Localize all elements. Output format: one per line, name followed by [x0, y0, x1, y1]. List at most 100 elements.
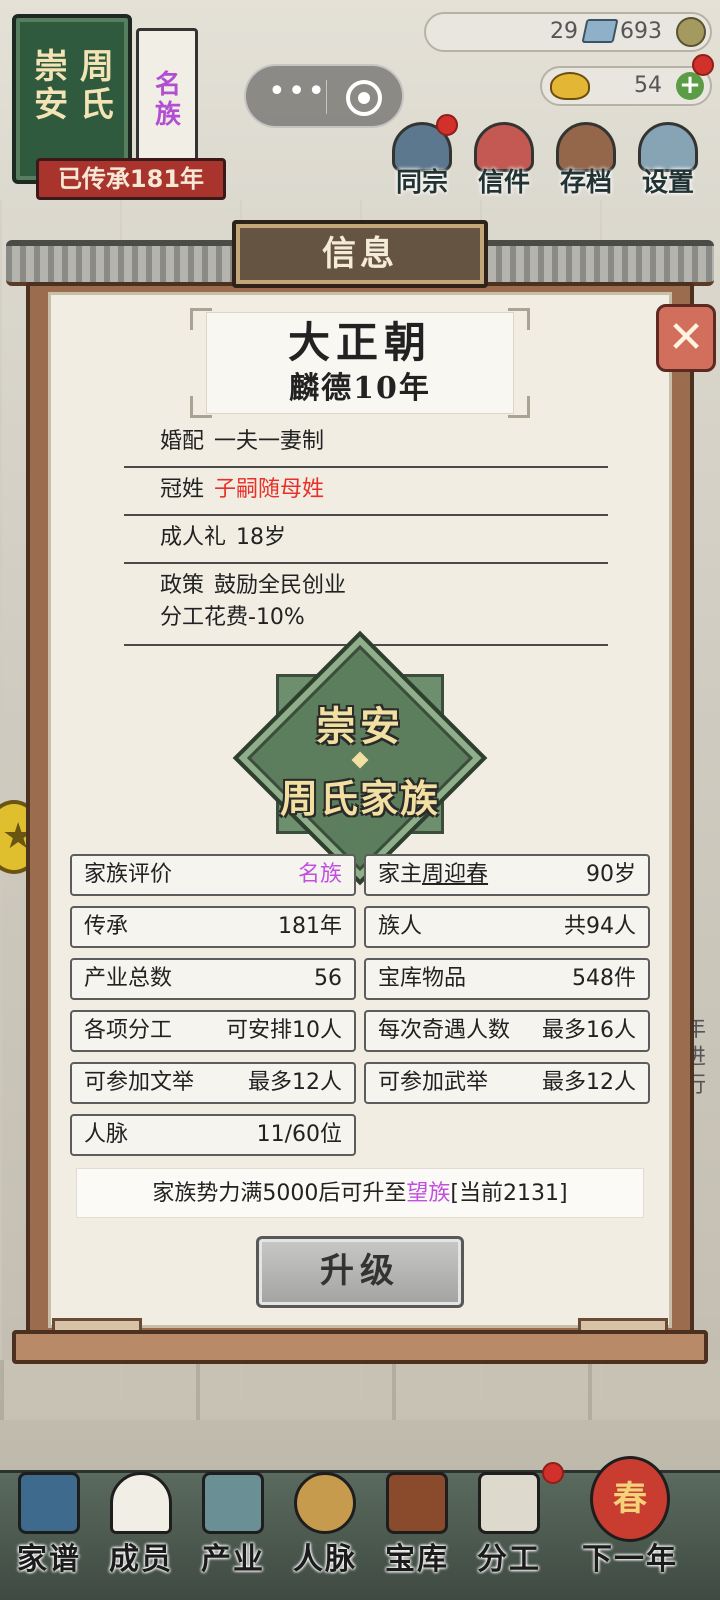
- gold-notification-dot: [692, 54, 714, 76]
- panel-base: [12, 1330, 708, 1364]
- stat-label: 宝库物品: [378, 966, 467, 991]
- close-miniprogram-icon[interactable]: [346, 80, 382, 116]
- panel-title-plaque: 信息: [232, 220, 488, 288]
- stat-value: 181年: [278, 914, 342, 939]
- clan-emblem-region: 崇安: [316, 703, 404, 750]
- stat-value: 最多12人: [542, 1070, 636, 1095]
- menu-archive[interactable]: 存档: [548, 122, 624, 200]
- nav-label: 产业: [201, 1542, 265, 1577]
- menu-letters-label: 信件: [477, 168, 530, 198]
- upgrade-requirement: 家族势力满5000后可升至望族[当前2131]: [76, 1168, 644, 1218]
- stat-label: 人脉: [84, 1122, 129, 1147]
- dynasty-name: 大正朝: [287, 318, 432, 367]
- background-tiles: [0, 1360, 720, 1420]
- clan-emblem-name: 周氏家族: [279, 776, 440, 821]
- ticket-icon: [581, 19, 619, 43]
- panel-title: 信息: [322, 234, 398, 274]
- rule-surname: 冠姓 子嗣随母姓: [124, 474, 608, 516]
- capsule-divider: [326, 80, 327, 114]
- rule-marriage: 婚配 一夫一妻制: [124, 426, 608, 468]
- menu-archive-label: 存档: [559, 168, 612, 198]
- book-cover-title: 崇 周 安 氏: [34, 47, 114, 125]
- rule-value: 18岁: [236, 525, 287, 550]
- nav-next-year[interactable]: 春 下一年: [570, 1456, 690, 1594]
- stat-encounter: 每次奇遇人数 最多16人: [364, 1010, 650, 1052]
- upgrade-button[interactable]: 升级: [256, 1236, 464, 1308]
- stat-inheritance: 传承 181年: [70, 906, 356, 948]
- stat-division: 各项分工 可安排10人: [70, 1010, 356, 1052]
- stat-label: 传承: [84, 914, 129, 939]
- gold-ingot-icon: [550, 72, 590, 100]
- menu-settings-label: 设置: [641, 168, 694, 198]
- nav-label: 宝库: [385, 1542, 449, 1577]
- stat-network: 人脉 11/60位: [70, 1114, 356, 1156]
- division-icon: [478, 1472, 540, 1534]
- menu-letters[interactable]: 信件: [466, 122, 542, 200]
- rule-value: 鼓励全民创业: [214, 573, 347, 598]
- stat-value: 名族: [297, 862, 342, 887]
- members-icon: [110, 1472, 172, 1534]
- add-gold-button[interactable]: +: [676, 72, 704, 100]
- stat-value: 共94人: [564, 914, 636, 939]
- upgrade-requirement-text: 家族势力满5000后可升至: [152, 1181, 407, 1206]
- nav-label: 家谱: [17, 1542, 81, 1577]
- book-rank-label: 名 族: [154, 70, 181, 130]
- rule-label: 婚配: [160, 429, 205, 454]
- nav-members[interactable]: 成员: [96, 1470, 186, 1594]
- stat-clan-head[interactable]: 家主周迎春 90岁: [364, 854, 650, 896]
- clan-notification-dot: [436, 114, 458, 136]
- division-notification-dot: [542, 1462, 564, 1484]
- stat-value: 548件: [572, 966, 636, 991]
- currency-bar: 29 693: [424, 12, 712, 52]
- clan-head-name-link[interactable]: 周迎春: [422, 862, 488, 887]
- stat-value: 90岁: [586, 862, 636, 887]
- family-book-emblem[interactable]: 崇 周 安 氏 名 族 已传承181年: [8, 8, 226, 200]
- upgrade-target-rank: 望族: [406, 1181, 451, 1206]
- stat-label: 每次奇遇人数: [378, 1018, 511, 1043]
- nav-label: 分工: [477, 1542, 541, 1577]
- nav-label: 成员: [109, 1542, 173, 1577]
- stat-label: 各项分工: [84, 1018, 173, 1043]
- close-icon: ✕: [667, 312, 705, 363]
- nav-network[interactable]: 人脉: [280, 1470, 370, 1594]
- nav-treasury[interactable]: 宝库: [372, 1470, 462, 1594]
- stat-label: 家族评价: [84, 862, 173, 887]
- nav-division[interactable]: 分工: [464, 1470, 554, 1594]
- stat-value: 最多16人: [542, 1018, 636, 1043]
- stat-military-exam: 可参加武举 最多12人: [364, 1062, 650, 1104]
- more-options-icon[interactable]: •••: [268, 77, 325, 112]
- genealogy-icon: [18, 1472, 80, 1534]
- rule-label: 冠姓: [160, 477, 205, 502]
- rule-label: 政策: [160, 573, 205, 598]
- coin-icon: [676, 17, 706, 47]
- menu-clan-label: 同宗: [395, 168, 448, 198]
- nav-label: 下一年: [582, 1542, 678, 1577]
- nav-industry[interactable]: 产业: [188, 1470, 278, 1594]
- industry-icon: [202, 1472, 264, 1534]
- next-year-icon: 春: [590, 1456, 670, 1542]
- inheritance-ribbon: 已传承181年: [36, 158, 226, 200]
- close-button[interactable]: ✕: [656, 304, 716, 372]
- stat-label: 可参加武举: [378, 1070, 489, 1095]
- coin-count: 693: [620, 19, 662, 44]
- nav-label: 人脉: [293, 1542, 357, 1577]
- stat-rating: 家族评价 名族: [70, 854, 356, 896]
- rule-value: 子嗣随母姓: [214, 477, 325, 502]
- stat-treasury: 宝库物品 548件: [364, 958, 650, 1000]
- gold-count: 54: [634, 73, 662, 98]
- stat-members: 族人 共94人: [364, 906, 650, 948]
- rule-policy-effect: 分工花费-10%: [160, 605, 305, 630]
- miniprogram-capsule: •••: [244, 64, 404, 128]
- menu-settings[interactable]: 设置: [630, 122, 706, 200]
- stat-value: 56: [314, 966, 342, 991]
- gold-bar: 54 +: [540, 66, 712, 106]
- dynasty-banner: 大正朝 麟德10年: [206, 312, 514, 414]
- season-badge: 春: [613, 1479, 647, 1519]
- stat-industry: 产业总数 56: [70, 958, 356, 1000]
- ticket-count: 29: [550, 19, 578, 44]
- stat-label: 可参加文举: [84, 1070, 195, 1095]
- treasury-icon: [386, 1472, 448, 1534]
- nav-genealogy[interactable]: 家谱: [4, 1470, 94, 1594]
- stat-value: 可安排10人: [226, 1018, 342, 1043]
- stat-value: 最多12人: [248, 1070, 342, 1095]
